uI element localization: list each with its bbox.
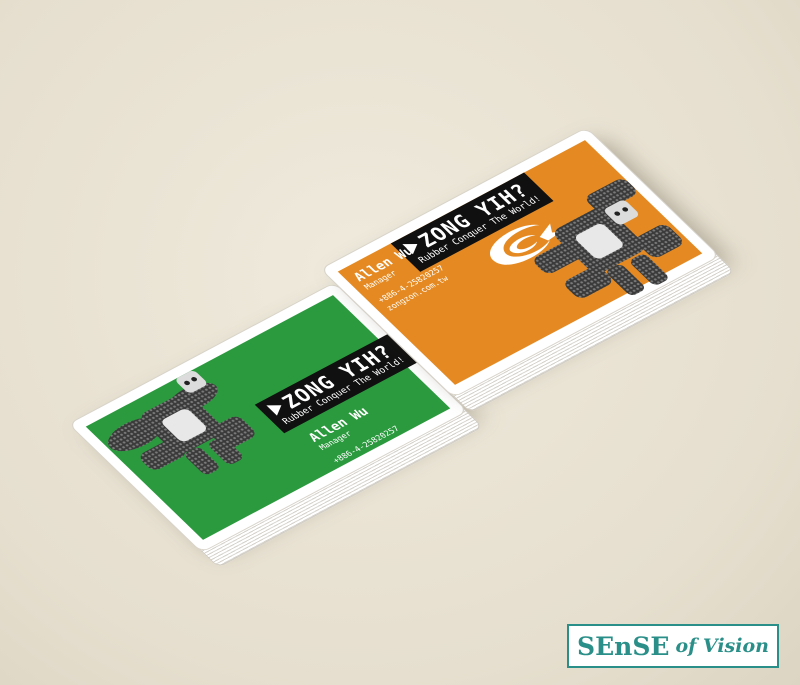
sense-of-vision-watermark: SEnSE of Vision	[567, 624, 779, 668]
photo-scene: ZONG YIH? Rubber Conquer The World! Alle…	[0, 0, 800, 685]
watermark-sub-text: of Vision	[675, 635, 769, 657]
watermark-main-text: SEnSE	[577, 631, 670, 661]
